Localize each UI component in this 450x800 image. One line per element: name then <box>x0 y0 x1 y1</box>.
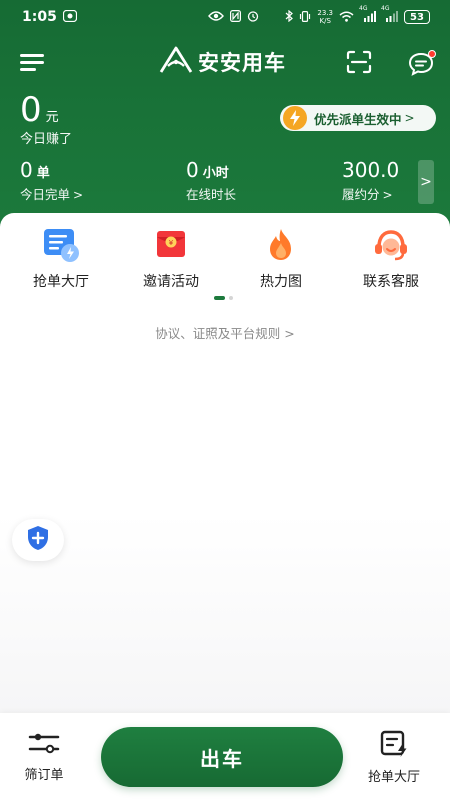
customer-service-icon <box>371 227 411 265</box>
earnings-amount: 0 元 <box>20 92 72 128</box>
shield-plus-icon <box>26 525 50 555</box>
menu-icon[interactable] <box>20 52 46 72</box>
top-bar: 安安用车 <box>0 40 450 84</box>
alarm-icon <box>247 10 259 24</box>
filter-sliders-icon <box>28 733 60 760</box>
stat-performance-score[interactable]: 300.0 履约分 > <box>342 158 399 203</box>
quick-action-label: 抢单大厅 <box>33 274 89 290</box>
flame-icon <box>261 227 301 265</box>
unread-badge <box>428 50 436 58</box>
scan-icon[interactable] <box>346 50 372 74</box>
nfc-icon <box>230 10 242 24</box>
brand: 安安用车 <box>158 46 286 78</box>
stat-unit: 小时 <box>202 166 229 181</box>
svg-text:¥: ¥ <box>169 239 174 247</box>
safety-shield-button[interactable] <box>12 519 64 561</box>
bottom-bar: 筛订单 出车 抢单大厅 <box>0 713 450 800</box>
battery-indicator: 53 <box>404 10 430 24</box>
earnings-value: 0 <box>20 90 42 130</box>
lightning-icon <box>283 106 307 130</box>
status-left: 1:05 <box>22 9 77 25</box>
vibrate-icon <box>299 10 311 24</box>
bluetooth-icon <box>285 9 294 24</box>
red-envelope-icon: ¥ <box>151 227 191 265</box>
priority-dispatch-pill[interactable]: 优先派单生效中 > <box>280 105 436 131</box>
filter-orders-button[interactable]: 筛订单 <box>14 730 74 786</box>
stat-label: 履约分 <box>342 187 380 202</box>
filter-label: 筛订单 <box>24 768 64 783</box>
speed-unit: K/S <box>319 17 331 25</box>
eye-icon <box>208 11 225 23</box>
signal-icon-2: 4G <box>381 5 398 24</box>
quick-action-label: 联系客服 <box>363 274 419 290</box>
more-stats-button[interactable]: > <box>418 160 434 204</box>
network-speed: 23.3 K/S <box>317 9 333 25</box>
quick-action-invite[interactable]: ¥ 邀请活动 <box>116 227 226 291</box>
quick-action-customer-service[interactable]: 联系客服 <box>336 227 446 291</box>
quick-action-order-hall[interactable]: 抢单大厅 <box>6 227 116 291</box>
today-earnings: 0 元 今日赚了 <box>20 92 72 147</box>
signal-icon: 4G <box>359 5 376 24</box>
priority-text: 优先派单生效中 <box>314 111 402 127</box>
stat-value: 0 <box>186 158 199 182</box>
stat-completed-orders[interactable]: 0单 今日完单 > <box>20 158 83 203</box>
quick-action-heatmap[interactable]: 热力图 <box>226 227 336 291</box>
order-hall-lightning-icon <box>379 730 409 762</box>
stat-value: 300.0 <box>342 158 400 182</box>
stats-row: 0单 今日完单 > 0 小时 在线时长 300.0 履约分 > <box>0 158 450 206</box>
stat-label: 在线时长 <box>186 187 237 202</box>
signal1-label: 4G <box>359 4 368 12</box>
notification-icon <box>62 9 77 24</box>
rules-link[interactable]: 协议、证照及平台规则 > <box>0 323 450 342</box>
status-time: 1:05 <box>22 9 57 25</box>
app-title: 安安用车 <box>198 51 286 75</box>
stat-label: 今日完单 <box>20 187 71 202</box>
page-indicator <box>214 296 233 300</box>
page-dot-active <box>214 296 225 300</box>
header: 1:05 23.3 K/S 4G 4G 53 安安用车 0 元 今日赚了 优先派… <box>0 0 450 232</box>
quick-action-label: 邀请活动 <box>143 274 199 290</box>
order-hall-label: 抢单大厅 <box>367 770 420 785</box>
earnings-unit: 元 <box>45 110 59 125</box>
page-dot <box>229 296 233 300</box>
earnings-label: 今日赚了 <box>20 132 73 147</box>
brand-logo-icon <box>158 46 194 78</box>
order-hall-tab[interactable]: 抢单大厅 <box>358 730 430 786</box>
chevron-right-icon: > <box>382 188 393 202</box>
chevron-right-icon: > <box>404 111 415 125</box>
status-bar: 1:05 23.3 K/S 4G 4G 53 <box>0 0 450 34</box>
stat-value: 0 <box>20 158 33 182</box>
order-hall-icon <box>41 227 81 265</box>
quick-action-label: 热力图 <box>260 274 302 290</box>
message-icon[interactable] <box>408 50 436 76</box>
speed-value: 23.3 <box>317 9 333 17</box>
chevron-right-icon: > <box>73 188 84 202</box>
stat-online-hours: 0 小时 在线时长 <box>186 158 236 203</box>
wifi-icon <box>339 11 354 24</box>
signal2-label: 4G <box>381 4 390 12</box>
main-card: 抢单大厅 ¥ 邀请活动 热力图 联系客服 协议、证照及平台规则 > <box>0 213 450 713</box>
stat-unit: 单 <box>36 166 50 181</box>
go-online-button[interactable]: 出车 <box>101 727 343 787</box>
status-right: 23.3 K/S 4G 4G 53 <box>208 5 430 25</box>
quick-actions: 抢单大厅 ¥ 邀请活动 热力图 联系客服 <box>0 227 450 297</box>
